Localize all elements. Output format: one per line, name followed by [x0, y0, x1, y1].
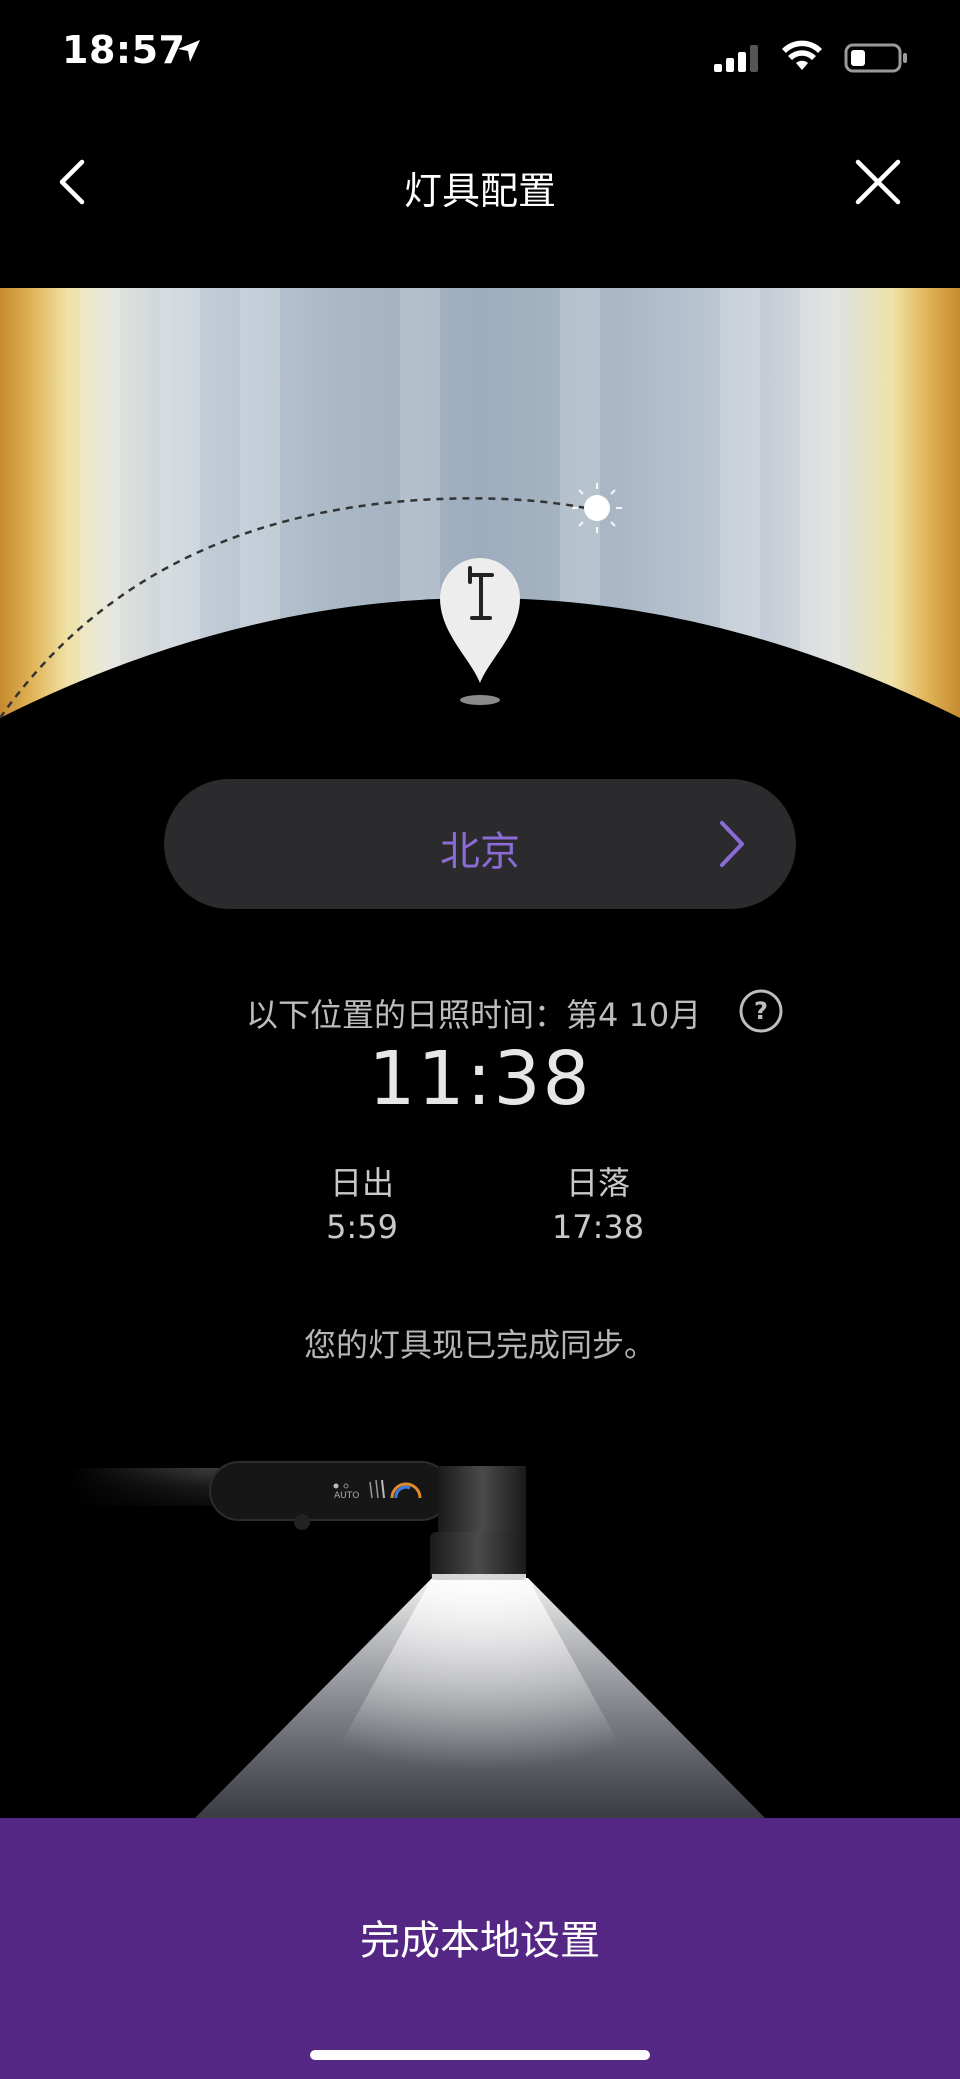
sunset-time: 17:38: [551, 1208, 645, 1246]
city-selector-button[interactable]: 北京: [164, 779, 796, 909]
sunset-info: 日落 17:38: [498, 1158, 698, 1246]
daylight-time-value: 11:38: [368, 1036, 592, 1122]
wifi-icon: [782, 40, 822, 70]
chevron-right-icon: [720, 821, 744, 867]
battery-icon: [844, 43, 907, 73]
svg-text:?: ?: [754, 997, 768, 1025]
page-title: 灯具配置: [403, 169, 556, 213]
close-button[interactable]: [848, 152, 908, 212]
daylight-info-label: 以下位置的日照时间：第4 10月: [246, 996, 702, 1034]
city-name: 北京: [440, 829, 520, 875]
sunrise-time: 5:59: [326, 1208, 398, 1246]
home-indicator[interactable]: [310, 2050, 650, 2060]
sun-path-graphic: [0, 288, 960, 728]
sunrise-label: 日出: [329, 1164, 394, 1202]
finish-local-setup-button[interactable]: 完成本地设置: [0, 1818, 960, 2079]
lamp-illustration: AUTO: [70, 1461, 765, 1818]
status-time: 18:57: [62, 28, 186, 72]
help-button[interactable]: ?: [738, 988, 784, 1034]
location-arrow-icon: [178, 40, 200, 62]
lamp-mode-label: AUTO: [334, 1491, 359, 1501]
sunset-label: 日落: [565, 1164, 630, 1202]
cellular-signal-icon: [714, 45, 758, 72]
sunrise-info: 日出 5:59: [262, 1158, 462, 1246]
close-icon: [855, 159, 901, 205]
sync-status-text: 您的灯具现已完成同步。: [303, 1326, 656, 1364]
finish-local-setup-label: 完成本地设置: [360, 1918, 600, 1964]
question-circle-icon: ?: [739, 989, 783, 1033]
status-indicators: [712, 40, 922, 74]
